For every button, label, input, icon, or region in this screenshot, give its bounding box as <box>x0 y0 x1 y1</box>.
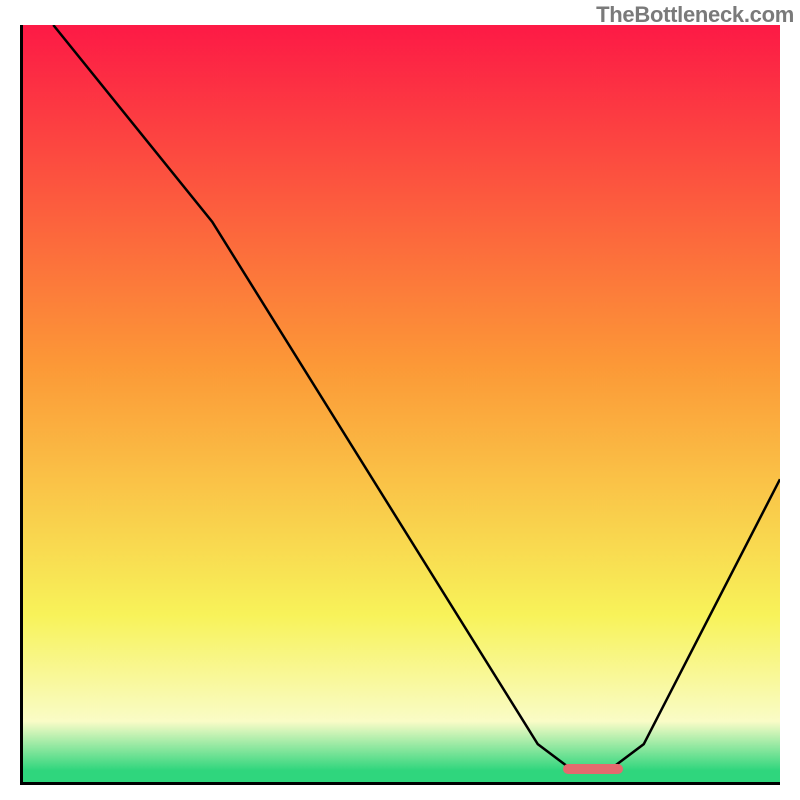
bottleneck-curve <box>23 25 780 782</box>
chart-plot-area <box>20 25 780 785</box>
optimum-marker <box>563 764 624 774</box>
